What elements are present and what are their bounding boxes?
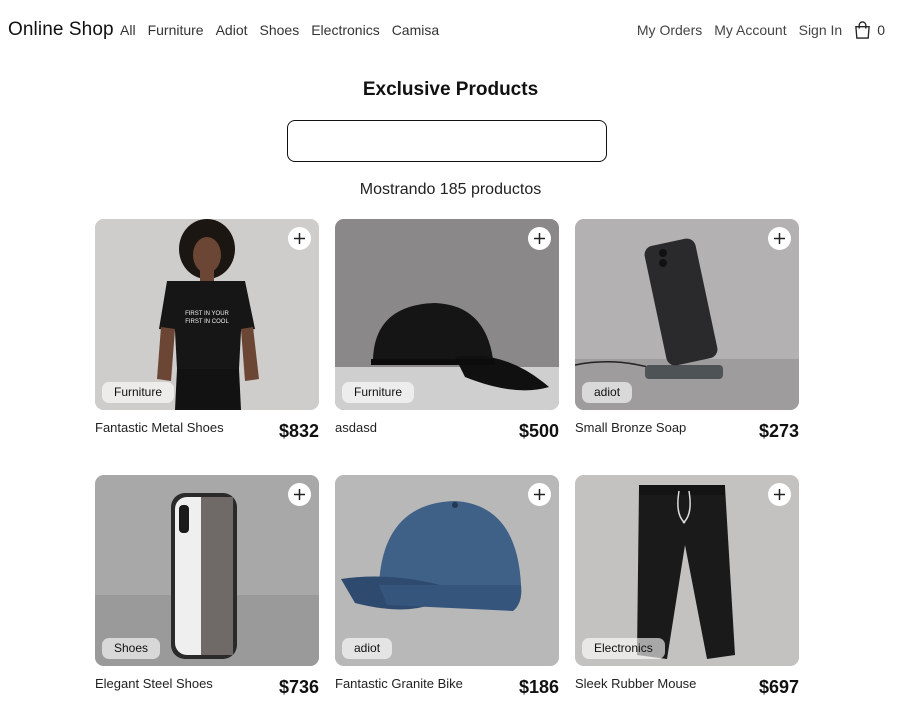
product-image[interactable]: Shoes bbox=[95, 475, 319, 666]
cart-button[interactable]: 0 bbox=[854, 21, 885, 39]
category-badge: adiot bbox=[582, 382, 633, 403]
product-price: $697 bbox=[758, 677, 799, 697]
product-card[interactable]: Furniture asdasd $500 bbox=[335, 219, 559, 449]
svg-text:FIRST IN COOL: FIRST IN COOL bbox=[185, 319, 229, 325]
product-card[interactable]: adiot Small Bronze Soap $273 bbox=[575, 219, 799, 449]
category-badge: Electronics bbox=[582, 638, 665, 659]
sign-in-link[interactable]: Sign In bbox=[799, 22, 843, 38]
product-card[interactable]: adiot Fantastic Granite Bike $186 bbox=[335, 475, 559, 705]
add-to-cart-button[interactable] bbox=[288, 483, 311, 506]
category-badge: Furniture bbox=[102, 382, 175, 403]
product-image[interactable]: Furniture bbox=[335, 219, 559, 410]
product-image[interactable]: adiot bbox=[575, 219, 799, 410]
plus-icon bbox=[774, 489, 785, 500]
product-image[interactable]: adiot bbox=[335, 475, 559, 666]
product-name: Fantastic Metal Shoes bbox=[95, 420, 224, 435]
plus-icon bbox=[294, 489, 305, 500]
plus-icon bbox=[774, 233, 785, 244]
product-name: Fantastic Granite Bike bbox=[335, 676, 463, 691]
add-to-cart-button[interactable] bbox=[768, 227, 791, 250]
product-name: asdasd bbox=[335, 420, 377, 435]
search-input[interactable] bbox=[287, 120, 607, 162]
product-price: $736 bbox=[278, 677, 319, 697]
product-price: $500 bbox=[518, 421, 559, 441]
product-image[interactable]: Electronics bbox=[575, 475, 799, 666]
top-navbar: Online Shop All Furniture Adiot Shoes El… bbox=[0, 0, 901, 62]
svg-text:FIRST IN YOUR: FIRST IN YOUR bbox=[185, 311, 229, 317]
results-count: Mostrando 185 productos bbox=[359, 181, 542, 198]
product-name: Small Bronze Soap bbox=[575, 420, 687, 435]
product-price: $832 bbox=[278, 421, 319, 441]
product-price: $273 bbox=[758, 421, 799, 441]
nav-category-furniture[interactable]: Furniture bbox=[148, 22, 204, 38]
shopping-bag-icon bbox=[855, 21, 871, 39]
product-card[interactable]: Shoes Elegant Steel Shoes $736 bbox=[95, 475, 319, 705]
product-name: Elegant Steel Shoes bbox=[95, 676, 213, 691]
add-to-cart-button[interactable] bbox=[528, 227, 551, 250]
product-name: Sleek Rubber Mouse bbox=[575, 676, 697, 691]
add-to-cart-button[interactable] bbox=[528, 483, 551, 506]
nav-category-all[interactable]: All bbox=[120, 22, 136, 38]
product-card[interactable]: FIRST IN YOUR FIRST IN COOL Furniture Fa… bbox=[95, 219, 319, 449]
nav-category-shoes[interactable]: Shoes bbox=[260, 22, 300, 38]
nav-category-electronics[interactable]: Electronics bbox=[311, 22, 379, 38]
nav-category-camisa[interactable]: Camisa bbox=[392, 22, 439, 38]
nav-category-adiot[interactable]: Adiot bbox=[216, 22, 248, 38]
add-to-cart-button[interactable] bbox=[288, 227, 311, 250]
product-price: $186 bbox=[518, 677, 559, 697]
category-nav: All Furniture Adiot Shoes Electronics Ca… bbox=[120, 22, 451, 38]
plus-icon bbox=[534, 489, 545, 500]
product-image[interactable]: FIRST IN YOUR FIRST IN COOL Furniture bbox=[95, 219, 319, 410]
add-to-cart-button[interactable] bbox=[768, 483, 791, 506]
my-orders-link[interactable]: My Orders bbox=[637, 22, 702, 38]
my-account-link[interactable]: My Account bbox=[714, 22, 786, 38]
cart-count: 0 bbox=[877, 22, 885, 38]
product-card[interactable]: Electronics Sleek Rubber Mouse $697 bbox=[575, 475, 799, 705]
page-title: Exclusive Products bbox=[362, 79, 539, 100]
plus-icon bbox=[294, 233, 305, 244]
category-badge: Furniture bbox=[342, 382, 415, 403]
category-badge: Shoes bbox=[102, 638, 161, 659]
category-badge: adiot bbox=[342, 638, 393, 659]
brand-logo[interactable]: Online Shop bbox=[8, 19, 114, 41]
plus-icon bbox=[534, 233, 545, 244]
account-nav: My Orders My Account Sign In 0 bbox=[625, 21, 885, 39]
